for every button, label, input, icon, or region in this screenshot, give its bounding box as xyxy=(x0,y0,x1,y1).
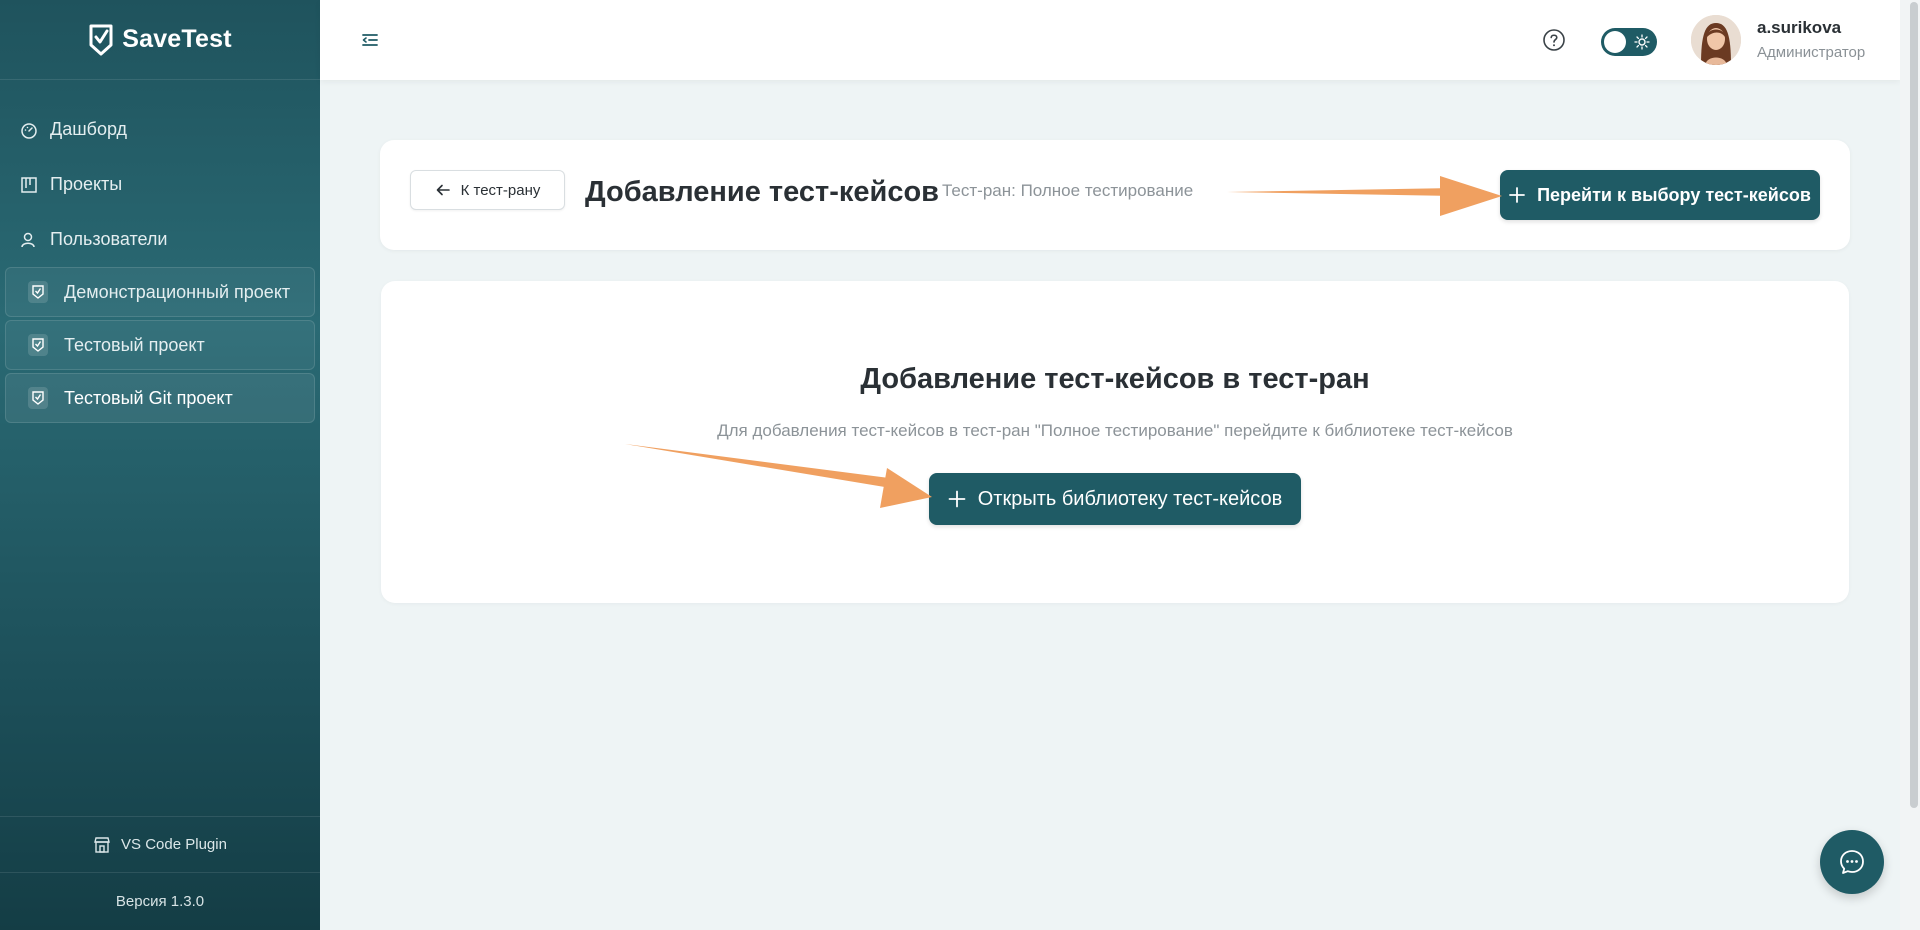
chat-icon xyxy=(1840,850,1864,874)
dashboard-icon xyxy=(21,122,37,139)
sidebar-item-users[interactable]: Пользователи xyxy=(0,212,320,267)
brand-name: SaveTest xyxy=(122,25,232,53)
project-item-demo[interactable]: Демонстрационный проект xyxy=(5,267,315,317)
empty-state-card: Добавление тест-кейсов в тест-ран Для до… xyxy=(381,281,1849,603)
theme-toggle[interactable] xyxy=(1601,28,1657,56)
project-icon xyxy=(28,387,48,409)
avatar[interactable] xyxy=(1691,15,1741,65)
sidebar-item-label: Дашборд xyxy=(50,119,128,139)
arrow-left-icon xyxy=(436,184,450,196)
scrollbar-thumb[interactable] xyxy=(1910,2,1918,808)
vscode-plugin-link[interactable]: VS Code Plugin xyxy=(0,816,320,872)
select-button-label: Перейти к выбору тест-кейсов xyxy=(1537,184,1811,205)
chat-button[interactable] xyxy=(1820,830,1884,894)
avatar-image xyxy=(1691,15,1741,65)
topbar: a.surikova Администратор xyxy=(320,0,1900,80)
page-header: К тест-рану Добавление тест-кейсов Тест-… xyxy=(380,140,1850,250)
sidebar: SaveTest Дашборд Проекты Пользователи Де… xyxy=(0,0,320,930)
plus-icon xyxy=(1509,187,1525,203)
help-icon[interactable] xyxy=(1542,28,1566,52)
projects-icon xyxy=(21,176,37,193)
page-title: Добавление тест-кейсов xyxy=(585,176,939,208)
sidebar-nav: Дашборд Проекты Пользователи xyxy=(0,80,320,267)
sidebar-item-label: Пользователи xyxy=(50,229,168,249)
plugin-label: VS Code Plugin xyxy=(121,836,227,853)
project-item-test[interactable]: Тестовый проект xyxy=(5,320,315,370)
project-label: Демонстрационный проект xyxy=(64,281,291,302)
project-list: Демонстрационный проект Тестовый проект … xyxy=(0,267,320,423)
page-subtitle: Тест-ран: Полное тестирование xyxy=(942,181,1194,200)
project-icon xyxy=(28,334,48,356)
toggle-knob xyxy=(1604,31,1626,53)
open-library-button[interactable]: Открыть библиотеку тест-кейсов xyxy=(929,473,1301,525)
open-library-label: Открыть библиотеку тест-кейсов xyxy=(977,487,1283,510)
project-icon xyxy=(28,281,48,303)
back-to-test-run-button[interactable]: К тест-рану xyxy=(410,170,565,210)
back-button-label: К тест-рану xyxy=(460,181,541,199)
project-label: Тестовый Git проект xyxy=(64,387,233,408)
logo-icon xyxy=(89,24,113,55)
app-version: Версия 1.3.0 xyxy=(0,872,320,930)
sidebar-item-projects[interactable]: Проекты xyxy=(0,157,320,212)
sun-icon xyxy=(1634,34,1650,50)
project-item-git[interactable]: Тестовый Git проект xyxy=(5,373,315,423)
project-label: Тестовый проект xyxy=(64,334,205,355)
sidebar-footer: VS Code Plugin Версия 1.3.0 xyxy=(0,816,320,930)
page-scrollbar[interactable] xyxy=(1900,0,1920,930)
empty-state-description: Для добавления тест-кейсов в тест-ран "П… xyxy=(717,421,1513,440)
sidebar-item-label: Проекты xyxy=(50,174,123,194)
select-test-cases-button[interactable]: Перейти к выбору тест-кейсов xyxy=(1500,170,1820,220)
empty-state-title: Добавление тест-кейсов в тест-ран xyxy=(860,363,1370,395)
brand[interactable]: SaveTest xyxy=(0,0,320,80)
users-icon xyxy=(21,232,35,247)
user-info[interactable]: a.surikova Администратор xyxy=(1757,18,1865,61)
user-name: a.surikova xyxy=(1757,18,1842,37)
menu-collapse-icon[interactable] xyxy=(360,30,380,50)
plus-icon xyxy=(948,490,966,508)
user-role: Администратор xyxy=(1757,44,1866,61)
sidebar-item-dashboard[interactable]: Дашборд xyxy=(0,102,320,157)
store-icon xyxy=(94,836,110,853)
